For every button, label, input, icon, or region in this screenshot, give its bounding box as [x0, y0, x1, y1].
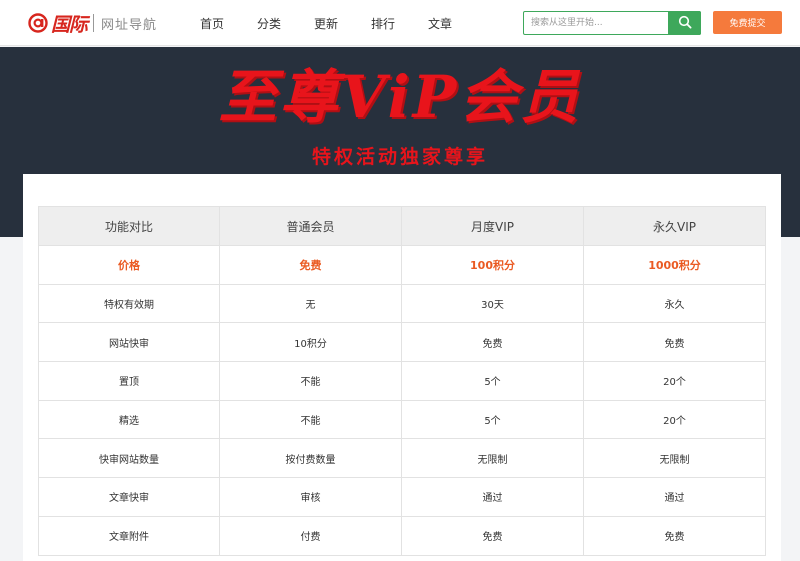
table-row-price: 价格 免费 100积分 1000积分	[38, 245, 766, 285]
table-cell: 5个	[401, 361, 584, 401]
search-box	[523, 11, 701, 35]
table-cell: 1000积分	[583, 245, 766, 285]
logo-divider	[93, 14, 95, 32]
table-cell: 免费	[583, 515, 766, 556]
logo-sub-text: 网址导航	[101, 17, 158, 33]
search-button[interactable]	[668, 11, 701, 35]
table-header-cell: 功能对比	[38, 206, 220, 246]
nav-item-updates[interactable]: 更新	[314, 15, 338, 32]
table-cell: 文章快审	[38, 477, 220, 517]
table-cell: 20个	[583, 361, 766, 401]
table-cell: 无限制	[401, 438, 584, 479]
table-row: 文章附件 付费 免费 免费	[38, 515, 766, 556]
table-cell: 无	[219, 283, 402, 324]
table-cell: 永久	[583, 283, 766, 324]
nav-item-ranking[interactable]: 排行	[371, 15, 395, 32]
table-cell: 无限制	[583, 438, 766, 479]
table-row: 置顶 不能 5个 20个	[38, 361, 766, 401]
nav-item-articles[interactable]: 文章	[428, 15, 452, 32]
site-header: 国际 网址导航 首页 分类 更新 排行 文章 免费提交	[0, 0, 800, 46]
free-submit-button[interactable]: 免费提交	[713, 11, 782, 34]
table-cell: 10积分	[219, 322, 402, 363]
table-header-cell: 永久VIP	[583, 206, 766, 246]
table-header-row: 功能对比 普通会员 月度VIP 永久VIP	[38, 206, 766, 246]
table-cell: 通过	[583, 477, 766, 517]
table-cell: 100积分	[401, 245, 584, 285]
table-row: 快审网站数量 按付费数量 无限制 无限制	[38, 438, 766, 479]
comparison-table-wrap: 功能对比 普通会员 月度VIP 永久VIP 价格 免费 100积分 1000积分…	[38, 206, 766, 556]
table-cell: 快审网站数量	[38, 438, 220, 479]
table-cell: 不能	[219, 399, 402, 440]
search-icon	[678, 14, 692, 33]
table-cell: 网站快审	[38, 322, 220, 363]
logo-at-icon	[28, 13, 48, 33]
table-row: 特权有效期 无 30天 永久	[38, 283, 766, 324]
comparison-card: 功能对比 普通会员 月度VIP 永久VIP 价格 免费 100积分 1000积分…	[23, 174, 781, 561]
table-cell: 文章附件	[38, 515, 220, 556]
table-cell: 精选	[38, 399, 220, 440]
table-cell: 不能	[219, 361, 402, 401]
table-cell: 免费	[219, 245, 402, 285]
search-input[interactable]	[524, 12, 668, 34]
site-logo[interactable]: 国际 网址导航	[28, 11, 158, 36]
logo-main-text: 国际	[51, 13, 88, 36]
table-cell: 20个	[583, 399, 766, 440]
table-header-cell: 普通会员	[219, 206, 402, 246]
table-header-cell: 月度VIP	[401, 206, 584, 246]
table-row: 精选 不能 5个 20个	[38, 399, 766, 440]
table-cell: 免费	[401, 515, 584, 556]
vip-comparison-table: 功能对比 普通会员 月度VIP 永久VIP 价格 免费 100积分 1000积分…	[38, 206, 766, 556]
table-cell: 置顶	[38, 361, 220, 401]
table-cell: 5个	[401, 399, 584, 440]
table-cell: 特权有效期	[38, 283, 220, 324]
table-cell: 30天	[401, 283, 584, 324]
table-cell: 免费	[401, 322, 584, 363]
banner-subtitle: 特权活动独家尊享	[311, 146, 488, 168]
table-cell: 付费	[219, 515, 402, 556]
table-cell: 通过	[401, 477, 584, 517]
table-cell: 审核	[219, 477, 402, 517]
table-row: 网站快审 10积分 免费 免费	[38, 322, 766, 363]
nav-item-category[interactable]: 分类	[257, 15, 281, 32]
table-cell: 免费	[583, 322, 766, 363]
banner-title: 至尊ViP会员	[218, 63, 582, 131]
table-row: 文章快审 审核 通过 通过	[38, 477, 766, 517]
nav-item-home[interactable]: 首页	[200, 15, 224, 32]
table-cell: 价格	[38, 245, 220, 285]
table-cell: 按付费数量	[219, 438, 402, 479]
